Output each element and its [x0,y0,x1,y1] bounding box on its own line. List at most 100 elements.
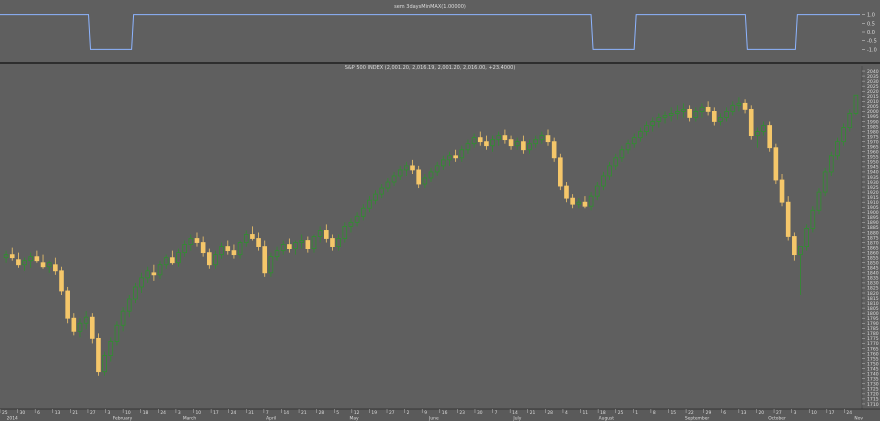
indicator-y-tick-label: -0.5 [867,39,877,45]
candle-down [53,264,58,272]
date-x-tick-label: 9 [424,410,427,416]
candle-up [668,113,674,116]
date-x-tick-label: 27 [389,410,395,416]
candle-up [397,169,403,177]
candle-up [471,137,477,145]
candle-up [336,238,341,247]
date-x-tick-label: 10 [811,410,817,416]
candle-up [114,324,120,342]
candle-down [324,230,329,239]
candle-up [588,195,594,207]
candle-up [404,165,409,171]
candle-up [841,127,846,143]
candle-up [662,115,668,118]
candle-up [631,137,637,145]
indicator-y-tick-label: 1.0 [867,13,875,19]
candle-up [268,256,274,274]
date-x-tick-label: 20 [758,410,764,416]
candle-up [681,108,686,112]
date-x-tick-label: 13 [741,410,747,416]
candle-down [545,135,551,143]
date-x-tick-label: 23 [459,410,465,416]
price-title: S&P 500 INDEX (2,001.20, 2,016.19, 2,001… [345,65,516,71]
candle-down [16,259,21,266]
candle-down [779,179,785,203]
candle-up [434,165,440,173]
candle-down [705,106,711,112]
candle-up [354,215,360,223]
candle-down [231,250,237,256]
candle-up [810,209,816,229]
candle-down [502,135,508,141]
candle-up [539,135,545,141]
candle-up [126,298,132,312]
candle-up [625,143,631,151]
candle-up [108,341,114,356]
month-label: Nov [854,416,863,421]
candle-up [496,135,502,141]
date-x-tick-label: 19 [371,410,377,416]
candle-down [96,337,101,373]
candle-down [477,137,483,143]
candle-up [299,240,304,243]
candle-up [428,171,434,179]
candle-up [188,238,194,245]
candle-down [206,252,212,266]
candle-up [533,139,538,145]
candle-down [773,147,779,181]
month-label: June [428,416,439,421]
candle-up [514,141,520,147]
candle-up [847,113,853,128]
date-x-tick-label: 1 [635,410,638,416]
candle-up [607,165,612,177]
date-x-tick-label: 22 [688,410,694,416]
month-label: February [113,416,133,421]
candle-up [157,264,163,276]
candle-up [348,221,354,227]
candle-up [853,94,859,114]
month-label: July [512,416,521,421]
candle-up [527,143,532,151]
candle-up [736,102,742,106]
candle-down [582,201,588,207]
candle-up [77,322,83,332]
candle-up [656,117,662,122]
candle-up [650,121,656,126]
month-label: September [685,416,709,421]
date-x-tick-label: 8 [653,410,656,416]
candle-down [551,141,557,159]
candle-down [250,234,255,239]
candle-down [558,157,563,187]
candle-down [262,246,268,274]
date-x-tick-label: 3 [108,410,111,416]
indicator-title: sem 3daysMinMAX(1.00000) [394,4,466,10]
candle-up [83,316,89,324]
date-x-tick-label: 21 [72,410,78,416]
candle-up [280,244,286,252]
candle-down [748,108,754,137]
candle-up [219,246,224,256]
candle-up [139,277,144,288]
date-x-axis[interactable]: 25 30 6 13 21 27 3 10 18 24 3 10 17 24 31 7 14 21 28 5 12 19 2… [0,408,880,421]
candle-up [182,244,187,254]
candle-down [200,242,206,254]
date-x-tick-label: 18 [143,410,149,416]
candle-down [170,257,175,264]
candle-down [508,139,514,147]
candle-up [46,262,52,268]
date-x-tick-label: 3 [794,410,797,416]
candle-up [441,159,446,167]
date-x-tick-label: 25 [2,410,8,416]
candle-up [3,254,9,259]
trading-chart: sem 3daysMinMAX(1.00000) 1.0 0.5 0.0 -0.5 -1… [0,0,880,421]
candle-up [385,181,391,189]
candle-up [293,242,298,249]
candle-down [570,197,575,205]
date-x-tick-label: 10 [125,410,131,416]
candle-up [373,193,378,201]
candle-up [311,236,317,249]
candle-up [594,185,600,197]
candle-down [34,256,40,262]
date-x-tick-label: 10 [196,410,202,416]
candle-up [22,260,27,266]
